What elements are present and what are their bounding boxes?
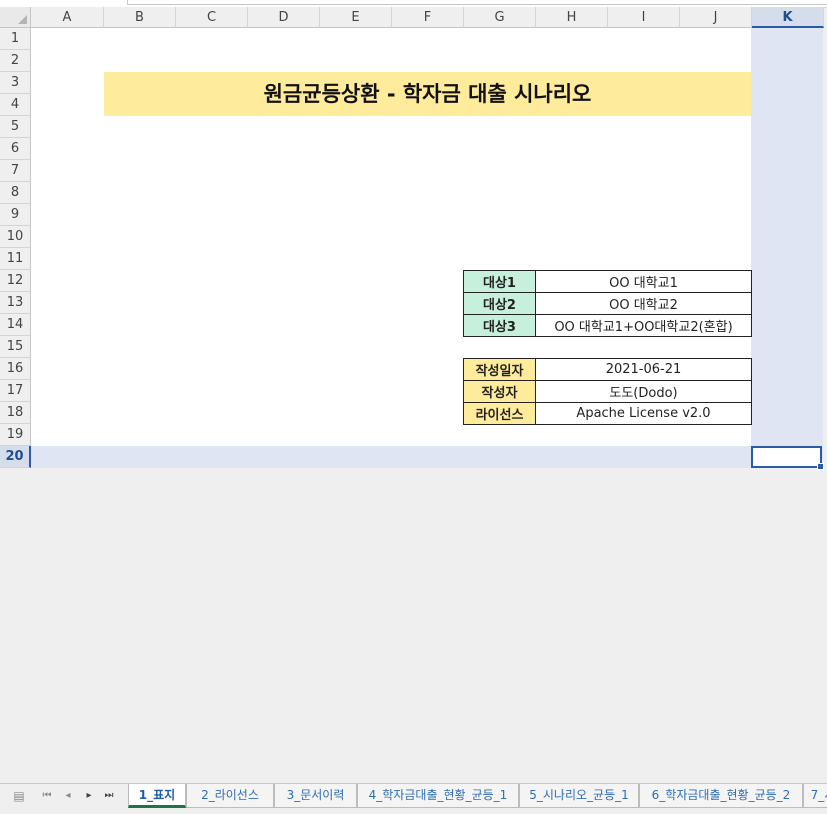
row-header-9[interactable]: 9 (0, 204, 31, 226)
sheet-tab-bar: ▤ ⏮ ◂ ▸ ⏭ 1_표지 2_라이선스 3_문서이력 4_학자금대출_현황_균등_… (0, 783, 827, 814)
column-header-e[interactable]: E (320, 7, 392, 28)
meta-table: 작성일자 2021-06-21 작성자 도도(Dodo) 라이선스 Apache… (463, 358, 752, 425)
target-value-cell[interactable]: OO 대학교1 (535, 270, 752, 293)
selected-row-highlight (31, 446, 823, 468)
row-header-18[interactable]: 18 (0, 402, 31, 424)
table-row: 대상3 OO 대학교1+OO대학교2(혼합) (463, 314, 752, 337)
column-header-f[interactable]: F (392, 7, 464, 28)
column-header-i[interactable]: I (608, 7, 680, 28)
sheet-tab[interactable]: 4_학자금대출_현황_균등_1 (357, 784, 519, 808)
spreadsheet-grid: ABCDEFGHIJK 1 2 3 4 5 6 7 8 9 10 11 12 13 14 15 16 17 18 1… (0, 7, 827, 470)
active-cell-k20[interactable] (751, 446, 824, 470)
meta-label-cell[interactable]: 라이선스 (463, 402, 536, 425)
row-header-19[interactable]: 19 (0, 424, 31, 446)
target-label-cell[interactable]: 대상1 (463, 270, 536, 293)
row-header-1[interactable]: 1 (0, 28, 31, 50)
meta-label-cell[interactable]: 작성자 (463, 380, 536, 403)
row-header-4[interactable]: 4 (0, 94, 31, 116)
sheet-title[interactable]: 원금균등상환 - 학자금 대출 시나리오 (104, 72, 751, 116)
column-header-j[interactable]: J (680, 7, 752, 28)
column-header-a[interactable]: A (31, 7, 104, 28)
prev-sheet-icon[interactable]: ◂ (59, 790, 77, 801)
row-header-2[interactable]: 2 (0, 50, 31, 72)
next-sheet-icon[interactable]: ▸ (80, 790, 98, 801)
table-row: 대상2 OO 대학교2 (463, 292, 752, 315)
sheet-tab[interactable]: 5_시나리오_균등_1 (519, 784, 639, 808)
row-header-6[interactable]: 6 (0, 138, 31, 160)
target-value-cell[interactable]: OO 대학교1+OO대학교2(혼합) (535, 314, 752, 337)
target-label-cell[interactable]: 대상2 (463, 292, 536, 315)
sheet-tab[interactable]: 6_학자금대출_현황_균등_2 (639, 784, 803, 808)
row-header-15[interactable]: 15 (0, 336, 31, 358)
target-table: 대상1 OO 대학교1 대상2 OO 대학교2 대상3 OO 대학교1+OO대학… (463, 270, 752, 337)
row-header-16[interactable]: 16 (0, 358, 31, 380)
meta-value-cell[interactable]: 도도(Dodo) (535, 380, 752, 403)
column-header-b[interactable]: B (104, 7, 176, 28)
meta-value-cell[interactable]: Apache License v2.0 (535, 402, 752, 425)
meta-label-cell[interactable]: 작성일자 (463, 358, 536, 381)
column-header-g[interactable]: G (464, 7, 536, 28)
row-header-7[interactable]: 7 (0, 160, 31, 182)
formula-input[interactable] (127, 0, 827, 5)
column-header-d[interactable]: D (248, 7, 320, 28)
sheet-tab[interactable]: 7_시 (803, 784, 827, 808)
sheet-tab[interactable]: 2_라이선스 (186, 784, 274, 808)
row-header-3[interactable]: 3 (0, 72, 31, 94)
row-header-13[interactable]: 13 (0, 292, 31, 314)
row-header-11[interactable]: 11 (0, 248, 31, 270)
row-header-5[interactable]: 5 (0, 116, 31, 138)
select-all-corner[interactable] (0, 7, 31, 28)
sheet-tab[interactable]: 1_표지 (128, 784, 186, 808)
meta-value-cell[interactable]: 2021-06-21 (535, 358, 752, 381)
row-header-10[interactable]: 10 (0, 226, 31, 248)
row-header-8[interactable]: 8 (0, 182, 31, 204)
sheet-tab[interactable]: 3_문서이력 (274, 784, 357, 808)
last-sheet-icon[interactable]: ⏭ (100, 790, 118, 801)
sheet-view-icon[interactable]: ▤ (10, 789, 28, 803)
row-header-12[interactable]: 12 (0, 270, 31, 292)
cell-area[interactable]: 원금균등상환 - 학자금 대출 시나리오 대상1 OO 대학교1 대상2 OO … (31, 28, 824, 470)
table-row: 작성일자 2021-06-21 (463, 358, 752, 381)
row-header-17[interactable]: 17 (0, 380, 31, 402)
first-sheet-icon[interactable]: ⏮ (38, 790, 56, 801)
column-header-k[interactable]: K (752, 7, 824, 28)
target-value-cell[interactable]: OO 대학교2 (535, 292, 752, 315)
table-row: 대상1 OO 대학교1 (463, 270, 752, 293)
column-header-h[interactable]: H (536, 7, 608, 28)
column-header-c[interactable]: C (176, 7, 248, 28)
table-row: 라이선스 Apache License v2.0 (463, 402, 752, 425)
target-label-cell[interactable]: 대상3 (463, 314, 536, 337)
row-header-20[interactable]: 20 (0, 446, 31, 468)
row-header-14[interactable]: 14 (0, 314, 31, 336)
selected-column-highlight (751, 28, 823, 468)
table-row: 작성자 도도(Dodo) (463, 380, 752, 403)
